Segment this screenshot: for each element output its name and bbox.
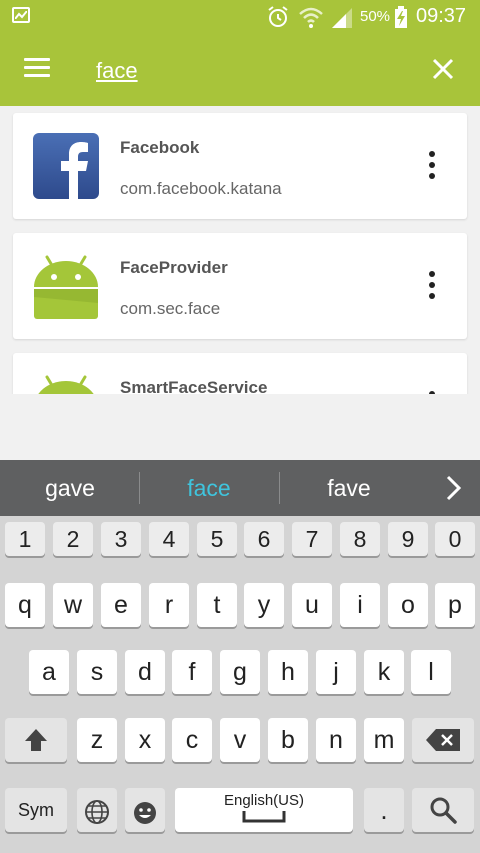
suggestion-bar: gave face fave: [0, 460, 480, 516]
key-c[interactable]: c: [172, 718, 212, 762]
key-t[interactable]: t: [197, 583, 237, 627]
search-key[interactable]: [412, 788, 474, 832]
key-i[interactable]: i: [340, 583, 380, 627]
package-name: com.facebook.katana: [120, 179, 282, 198]
key-x[interactable]: x: [125, 718, 165, 762]
key-7[interactable]: 7: [292, 522, 332, 556]
key-5[interactable]: 5: [197, 522, 237, 556]
key-s[interactable]: s: [77, 650, 117, 694]
app-name: SmartFaceService: [120, 378, 268, 394]
key-u[interactable]: u: [292, 583, 332, 627]
key-f[interactable]: f: [172, 650, 212, 694]
key-8[interactable]: 8: [340, 522, 380, 556]
key-k[interactable]: k: [364, 650, 404, 694]
list-gap: [0, 394, 480, 460]
clock: 09:37: [416, 5, 467, 27]
key-y[interactable]: y: [244, 583, 284, 627]
facebook-icon: [33, 133, 99, 199]
backspace-icon: [426, 729, 460, 751]
key-1[interactable]: 1: [5, 522, 45, 556]
battery-percent: 50%: [360, 8, 391, 25]
results-list: Facebook com.facebook.katana FaceProvide…: [0, 106, 480, 394]
shift-icon: [25, 729, 47, 751]
key-d[interactable]: d: [125, 650, 165, 694]
suggestion-item[interactable]: fave: [284, 475, 414, 502]
sym-key[interactable]: Sym: [5, 788, 67, 832]
key-v[interactable]: v: [220, 718, 260, 762]
suggestion-item[interactable]: gave: [5, 475, 135, 502]
suggestion-item-selected[interactable]: face: [144, 475, 274, 502]
app-bar: [0, 34, 480, 106]
emoji-icon: [134, 802, 156, 824]
period-key[interactable]: .: [364, 788, 404, 832]
key-9[interactable]: 9: [388, 522, 428, 556]
language-key[interactable]: [77, 788, 117, 832]
search-icon: [430, 797, 457, 824]
shift-key[interactable]: [5, 718, 67, 762]
key-p[interactable]: p: [435, 583, 475, 627]
divider: [139, 472, 140, 504]
key-a[interactable]: a: [29, 650, 69, 694]
close-icon[interactable]: [428, 54, 458, 84]
key-6[interactable]: 6: [244, 522, 284, 556]
more-options-icon[interactable]: [425, 271, 439, 303]
key-l[interactable]: l: [411, 650, 451, 694]
key-b[interactable]: b: [268, 718, 308, 762]
key-o[interactable]: o: [388, 583, 428, 627]
wifi-icon: [299, 7, 323, 28]
key-j[interactable]: j: [316, 650, 356, 694]
key-e[interactable]: e: [101, 583, 141, 627]
key-n[interactable]: n: [316, 718, 356, 762]
emoji-key[interactable]: [125, 788, 165, 832]
status-bar: 50% 09:37: [0, 0, 480, 34]
search-input[interactable]: [96, 54, 396, 88]
list-item[interactable]: FaceProvider com.sec.face: [13, 233, 467, 339]
key-4[interactable]: 4: [149, 522, 189, 556]
key-w[interactable]: w: [53, 583, 93, 627]
key-h[interactable]: h: [268, 650, 308, 694]
image-notification-icon: [12, 7, 30, 23]
list-item[interactable]: SmartFaceService: [13, 353, 467, 394]
space-key[interactable]: English(US): [175, 788, 353, 832]
key-3[interactable]: 3: [101, 522, 141, 556]
key-r[interactable]: r: [149, 583, 189, 627]
key-m[interactable]: m: [364, 718, 404, 762]
more-options-icon[interactable]: [425, 151, 439, 183]
alarm-icon: [268, 6, 288, 27]
key-2[interactable]: 2: [53, 522, 93, 556]
chevron-right-icon[interactable]: [440, 474, 466, 502]
space-key-label: English(US): [223, 792, 305, 809]
key-0[interactable]: 0: [435, 522, 475, 556]
divider: [279, 472, 280, 504]
space-icon: [242, 811, 286, 823]
list-item[interactable]: Facebook com.facebook.katana: [13, 113, 467, 219]
battery-charging-icon: [395, 6, 407, 28]
app-name: FaceProvider: [120, 258, 228, 277]
menu-icon[interactable]: [24, 58, 50, 80]
globe-icon: [85, 800, 109, 824]
package-name: com.sec.face: [120, 299, 221, 318]
android-icon: [34, 255, 98, 319]
backspace-key[interactable]: [412, 718, 474, 762]
key-q[interactable]: q: [5, 583, 45, 627]
signal-icon: [332, 8, 352, 28]
app-name: Facebook: [120, 138, 200, 157]
keyboard: 1 2 3 4 5 6 7 8 9 0 q w e r t y u i o p …: [0, 516, 480, 853]
android-icon: [38, 375, 94, 394]
key-g[interactable]: g: [220, 650, 260, 694]
key-z[interactable]: z: [77, 718, 117, 762]
